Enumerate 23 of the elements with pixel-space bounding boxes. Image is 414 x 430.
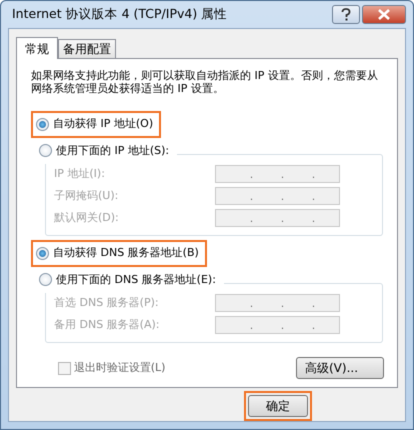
field-label: IP 地址(I):	[54, 166, 105, 182]
ok-button[interactable]: 确定	[248, 395, 308, 417]
radio-label: 自动获得 DNS 服务器地址(B)	[53, 245, 199, 261]
radio-button[interactable]	[39, 273, 52, 286]
field-label: 备用 DNS 服务器(A):	[54, 316, 160, 333]
field-label: 子网掩码(U):	[54, 188, 118, 204]
help-icon	[341, 8, 351, 21]
tab[interactable]: 备用配置	[58, 39, 116, 58]
window-title: Internet 协议版本 4 (TCP/IPv4) 属性	[11, 5, 228, 24]
description-text: 如果网络支持此功能，则可以获取自动指派的 IP 设置。否则，您需要从网络系统管理员处获得适当的 IP 设置。	[31, 69, 379, 95]
radio-button[interactable]	[36, 118, 49, 131]
advanced-button[interactable]: 高级(V)...	[296, 357, 384, 379]
radio-button[interactable]	[36, 246, 49, 260]
close-button[interactable]	[362, 5, 406, 24]
field-label: 首选 DNS 服务器(P):	[54, 294, 159, 311]
radio-label: 使用下面的 IP 地址(S):	[56, 142, 170, 158]
radio-label: 使用下面的 DNS 服务器地址(E):	[56, 272, 216, 288]
radio-label: 自动获得 IP 地址(O)	[53, 116, 154, 132]
tab[interactable]: 常规	[16, 37, 58, 59]
field-label: 默认网关(D):	[54, 210, 119, 226]
close-icon	[378, 9, 390, 20]
help-button[interactable]	[332, 5, 360, 24]
radio-button[interactable]	[39, 144, 52, 158]
